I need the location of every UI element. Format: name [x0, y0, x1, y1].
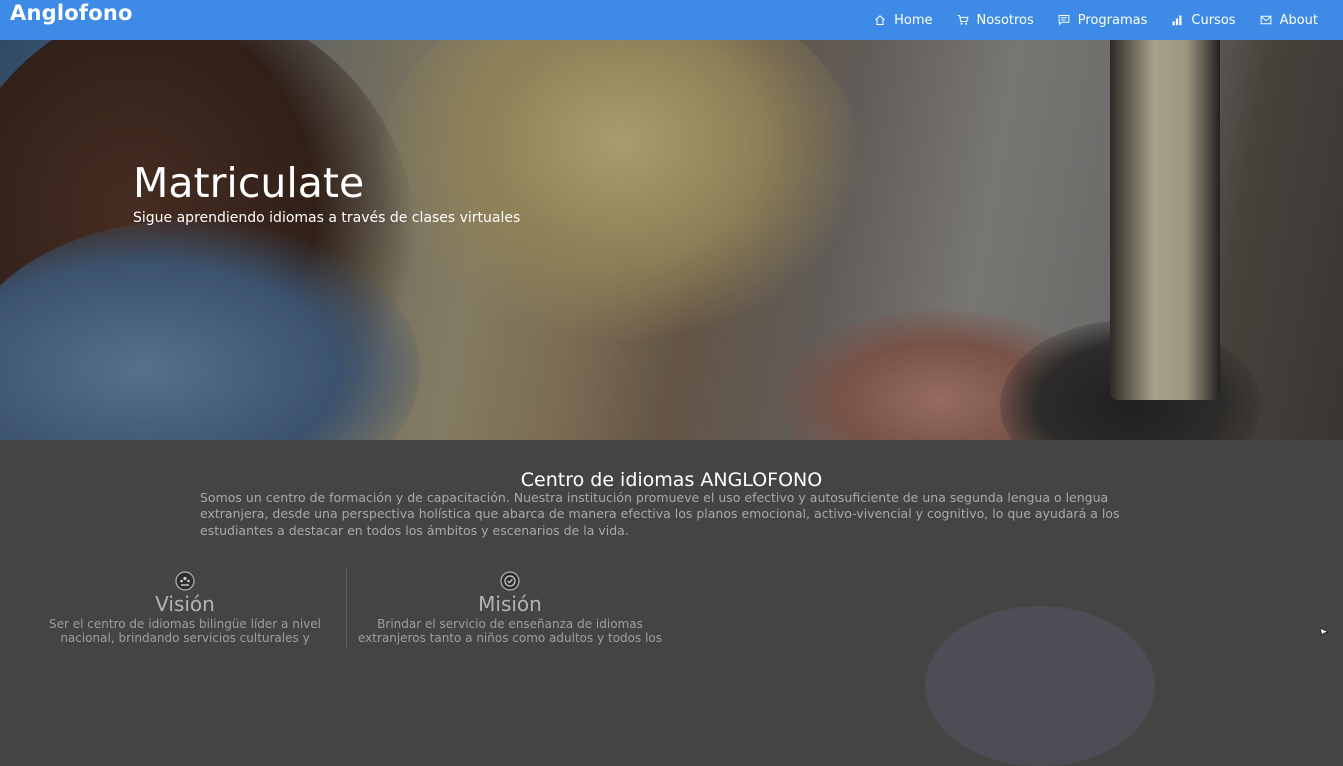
nav-item-nosotros[interactable]: Nosotros	[957, 13, 1034, 28]
nav-menu: Home Nosotros Programas Cursos About	[850, 0, 1318, 40]
nav-item-label: Cursos	[1191, 12, 1236, 28]
mision-title: Misión	[478, 592, 542, 616]
nav-item-label: About	[1279, 12, 1318, 28]
chat-icon	[1058, 15, 1070, 26]
hero-title: Matriculate	[133, 159, 365, 207]
hero-overlay	[0, 40, 1343, 440]
home-icon	[875, 15, 885, 26]
vision-column: Visión Ser el centro de idiomas bilingüe…	[40, 571, 330, 645]
nav-item-label: Programas	[1077, 12, 1148, 28]
nav-item-label: Home	[894, 12, 933, 28]
mision-text: Brindar el servicio de enseñanza de idio…	[357, 617, 663, 645]
mision-column: Misión Brindar el servicio de enseñanza …	[350, 571, 670, 645]
about-title: Centro de idiomas ANGLOFONO	[520, 469, 823, 491]
nav-item-cursos[interactable]: Cursos	[1171, 12, 1236, 28]
decorative-circle	[925, 606, 1155, 766]
column-divider	[346, 567, 347, 647]
nav-item-label: Nosotros	[976, 12, 1034, 28]
nav-item-programas[interactable]: Programas	[1058, 12, 1148, 28]
about-description: Somos un centro de formación y de capaci…	[200, 490, 1120, 538]
hero-subtitle: Sigue aprendiendo idiomas a través de cl…	[133, 210, 521, 226]
check-circle-icon	[500, 571, 520, 591]
vision-title: Visión	[155, 592, 215, 616]
cart-icon	[957, 14, 969, 25]
bar-chart-icon	[1172, 15, 1182, 26]
envelope-icon	[1260, 15, 1271, 25]
nav-item-home[interactable]: Home	[874, 12, 933, 28]
top-navbar: Anglofono Home Nosotros Programas Cursos…	[0, 0, 1343, 40]
hero-banner: Matriculate Sigue aprendiendo idiomas a …	[0, 40, 1343, 440]
mouse-cursor-icon	[1320, 628, 1329, 635]
vision-text: Ser el centro de idiomas bilingüe líder …	[49, 617, 321, 645]
people-icon	[175, 571, 195, 591]
brand-logo[interactable]: Anglofono	[10, 1, 133, 25]
nav-item-about[interactable]: About	[1260, 13, 1318, 28]
